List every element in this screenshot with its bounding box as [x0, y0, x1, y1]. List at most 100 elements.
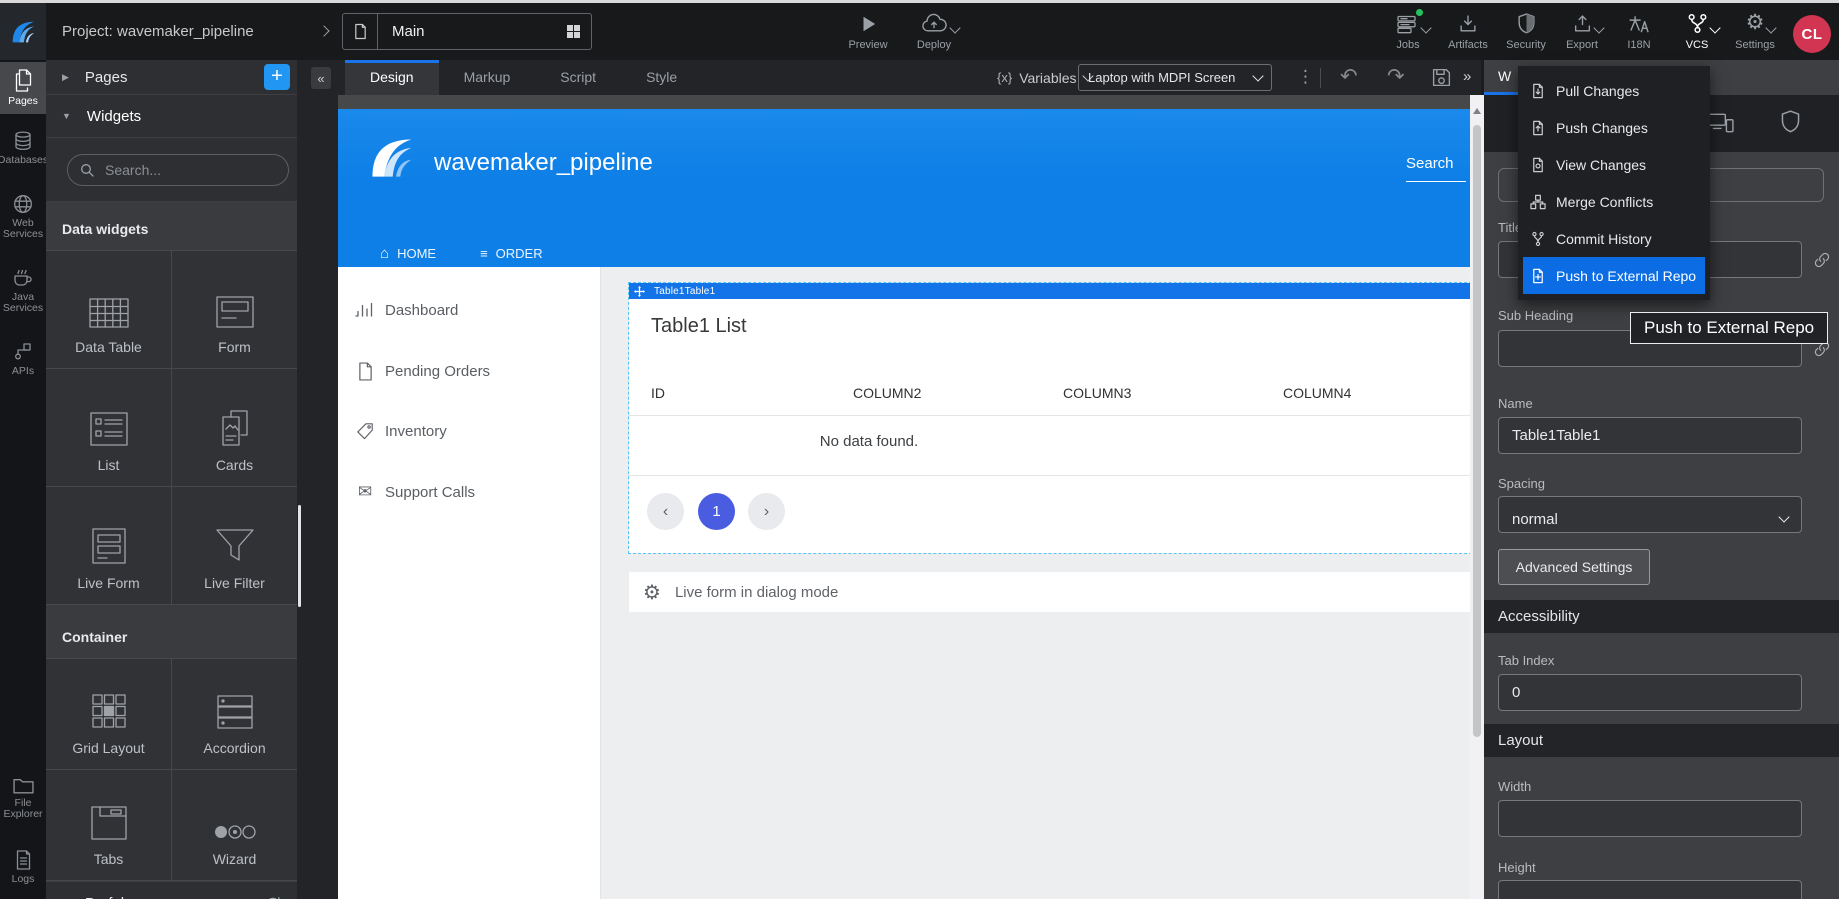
- tab-script[interactable]: Script: [535, 60, 621, 95]
- deploy-chevron-icon: [949, 22, 960, 33]
- bind-link-icon[interactable]: [1813, 251, 1831, 269]
- menu-item-inventory[interactable]: Inventory: [338, 418, 600, 444]
- menu-item-dashboard[interactable]: Dashboard: [338, 297, 600, 323]
- selected-table-widget[interactable]: Table1Table1 Table1 List ID COLUMN2 COLU…: [629, 283, 1471, 553]
- rail-item-logs[interactable]: Logs: [0, 838, 46, 896]
- menu-item-view-changes[interactable]: View Changes: [1518, 146, 1710, 183]
- expand-panel-button[interactable]: »: [1463, 66, 1471, 88]
- tab-design[interactable]: Design: [345, 60, 439, 95]
- rail-item-databases[interactable]: Databases: [0, 120, 46, 176]
- column-header-column3[interactable]: COLUMN3: [1063, 385, 1131, 401]
- widget-tile-accordion[interactable]: Accordion: [172, 659, 297, 769]
- menu-item-push-changes[interactable]: Push Changes: [1518, 109, 1710, 146]
- menu-item-push-to-external-repo[interactable]: Push to External Repo: [1523, 257, 1705, 294]
- ide-toolbar: « Design Markup Script Style {x} Variabl…: [297, 60, 1481, 95]
- export-button[interactable]: Export: [1557, 12, 1607, 58]
- app-title: wavemaker_pipeline: [434, 149, 653, 177]
- rail-item-java-services[interactable]: Java Services: [0, 258, 46, 324]
- jobs-button[interactable]: Jobs: [1382, 12, 1434, 58]
- wavemaker-logo[interactable]: [0, 3, 46, 60]
- shield-outline-icon[interactable]: [1780, 110, 1801, 133]
- column-header-column4[interactable]: COLUMN4: [1283, 385, 1351, 401]
- widget-tile-grid-layout[interactable]: Grid Layout: [46, 659, 171, 769]
- refresh-icon[interactable]: [265, 896, 281, 899]
- widget-tile-tabs[interactable]: Tabs: [46, 770, 171, 880]
- advanced-settings-button[interactable]: Advanced Settings: [1498, 549, 1650, 585]
- name-field-input[interactable]: [1498, 417, 1802, 454]
- menu-item-commit-history[interactable]: Commit History: [1518, 220, 1710, 257]
- tab-index-field-input[interactable]: [1498, 674, 1802, 711]
- widget-selection-bar[interactable]: Table1Table1: [629, 283, 1471, 299]
- widgets-section-header[interactable]: ▼ Widgets: [46, 95, 297, 138]
- scrollbar-up-arrow[interactable]: [1473, 108, 1481, 114]
- scrollbar-thumb[interactable]: [1473, 125, 1481, 737]
- nav-item-home[interactable]: ⌂ HOME: [380, 245, 436, 262]
- deploy-button[interactable]: Deploy: [905, 12, 963, 58]
- widget-search-box[interactable]: [67, 154, 289, 186]
- height-field-input[interactable]: [1498, 880, 1802, 899]
- height-field-label: Height: [1498, 860, 1536, 875]
- widget-tile-wizard[interactable]: Wizard: [172, 770, 297, 880]
- rail-item-pages[interactable]: Pages: [0, 62, 46, 114]
- page-tab-main[interactable]: Main: [342, 13, 592, 50]
- canvas-scrollbar[interactable]: [1470, 95, 1484, 899]
- preview-button[interactable]: Preview: [840, 12, 896, 58]
- widget-tile-cards[interactable]: Cards: [172, 369, 297, 486]
- prefabs-section-header[interactable]: ▶ Prefabs: [46, 881, 297, 899]
- menu-item-pull-changes[interactable]: Pull Changes: [1518, 72, 1710, 109]
- pages-section-header[interactable]: ▶ Pages +: [46, 60, 297, 95]
- i18n-button[interactable]: I18N: [1614, 12, 1664, 58]
- app-header[interactable]: wavemaker_pipeline Search ⌂ HOME ≡ ORDER: [338, 109, 1470, 267]
- pagination-next-button[interactable]: ›: [748, 493, 785, 530]
- pages-grid-icon[interactable]: [567, 25, 580, 38]
- move-icon[interactable]: [634, 286, 645, 297]
- menu-item-merge-conflicts[interactable]: Merge Conflicts: [1518, 183, 1710, 220]
- layout-section-header[interactable]: Layout: [1484, 724, 1839, 757]
- vcs-button[interactable]: VCS: [1671, 12, 1723, 58]
- artifacts-button[interactable]: Artifacts: [1441, 12, 1495, 58]
- width-field-input[interactable]: [1498, 800, 1802, 837]
- nav-item-order[interactable]: ≡ ORDER: [480, 246, 543, 261]
- widget-tile-live-filter[interactable]: Live Filter: [172, 487, 297, 604]
- pagination-prev-button[interactable]: ‹: [647, 493, 684, 530]
- search-underline: [1406, 181, 1466, 182]
- pagination-page-1[interactable]: 1: [698, 493, 735, 530]
- devices-icon[interactable]: [1708, 112, 1734, 134]
- more-options-button[interactable]: ⋮: [1297, 66, 1314, 88]
- undo-button[interactable]: ↶: [1340, 65, 1358, 89]
- panel-scrollbar-thumb[interactable]: [298, 505, 301, 607]
- device-selector[interactable]: Laptop with MDPI Screen: [1078, 64, 1272, 91]
- rail-item-web-services[interactable]: Web Services: [0, 184, 46, 250]
- spacing-select[interactable]: normal: [1498, 496, 1802, 533]
- spacing-field-label: Spacing: [1498, 476, 1545, 491]
- tab-markup[interactable]: Markup: [439, 60, 536, 95]
- rail-item-file-explorer[interactable]: File Explorer: [0, 766, 46, 830]
- database-icon: [13, 131, 33, 151]
- live-form-dialog-widget[interactable]: ⚙ Live form in dialog mode: [629, 572, 1471, 612]
- widget-tile-list[interactable]: List: [46, 369, 171, 486]
- user-avatar[interactable]: CL: [1793, 15, 1831, 53]
- widget-tile-data-table[interactable]: Data Table: [46, 251, 171, 368]
- redo-button[interactable]: ↷: [1387, 65, 1405, 89]
- settings-button[interactable]: ⚙ Settings: [1727, 12, 1783, 58]
- pages-widgets-panel: ▶ Pages + ▼ Widgets Data widgets Data Ta…: [46, 60, 297, 899]
- editor-mode-tabs: Design Markup Script Style: [345, 60, 702, 95]
- widget-tile-form[interactable]: Form: [172, 251, 297, 368]
- tab-style[interactable]: Style: [621, 60, 702, 95]
- accessibility-section-header[interactable]: Accessibility: [1484, 600, 1839, 633]
- collapse-panel-button[interactable]: «: [311, 67, 331, 89]
- envelope-icon: ✉: [358, 482, 372, 502]
- app-search-field[interactable]: Search: [1406, 155, 1466, 182]
- rail-item-apis[interactable]: APIs: [0, 332, 46, 386]
- app-nav-bar: ⌂ HOME ≡ ORDER: [338, 239, 1470, 267]
- save-button[interactable]: [1431, 67, 1452, 88]
- properties-tab[interactable]: W: [1498, 68, 1511, 84]
- menu-item-pending-orders[interactable]: Pending Orders: [338, 358, 600, 384]
- security-button[interactable]: Security: [1500, 12, 1552, 58]
- widget-tile-live-form[interactable]: Live Form: [46, 487, 171, 604]
- column-header-column2[interactable]: COLUMN2: [853, 385, 921, 401]
- column-header-id[interactable]: ID: [651, 385, 665, 401]
- add-page-button[interactable]: +: [264, 64, 290, 90]
- menu-item-support-calls[interactable]: ✉ Support Calls: [338, 479, 600, 505]
- widget-search-input[interactable]: [103, 161, 267, 179]
